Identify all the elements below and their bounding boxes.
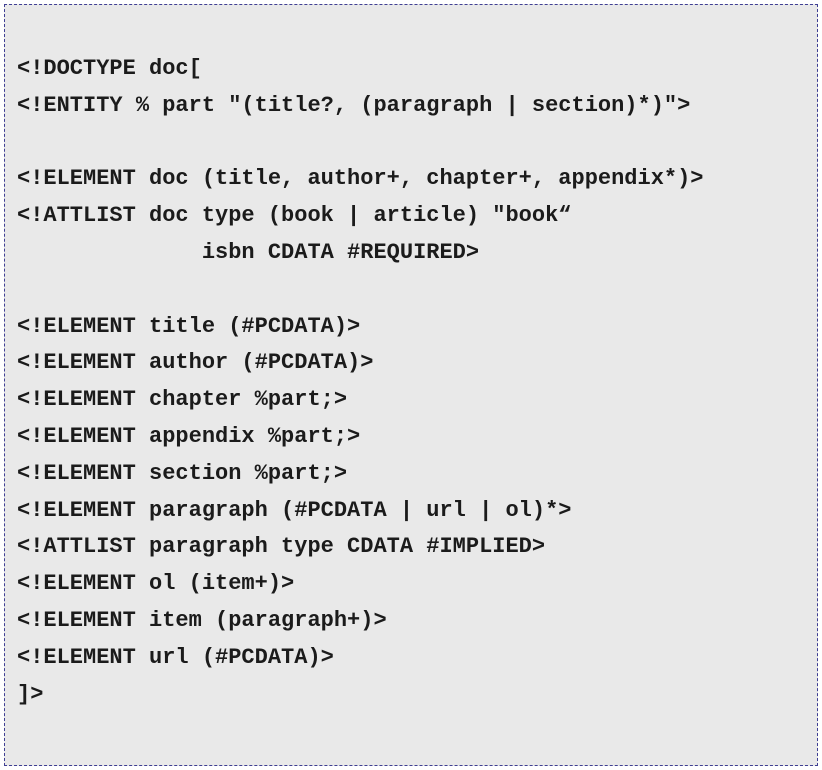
code-line: <!ELEMENT author (#PCDATA)> [17,350,374,376]
code-line: <!ATTLIST paragraph type CDATA #IMPLIED> [17,534,546,560]
code-line: <!ELEMENT url (#PCDATA)> [17,644,334,670]
code-block: <!DOCTYPE doc[ <!ENTITY % part "(title?,… [4,4,818,766]
code-line: <!ATTLIST doc type (book | article) "boo… [17,203,572,229]
code-line: <!ELEMENT doc (title, author+, chapter+,… [17,166,704,192]
code-line: isbn CDATA #REQUIRED> [17,239,480,265]
code-line: <!ELEMENT item (paragraph+)> [17,607,387,633]
code-line: <!ELEMENT chapter %part;> [17,387,348,413]
code-line: <!ELEMENT title (#PCDATA)> [17,313,361,339]
code-line: <!ELEMENT ol (item+)> [17,571,295,597]
code-line: <!DOCTYPE doc[ [17,56,202,81]
code-line: <!ELEMENT appendix %part;> [17,423,361,449]
code-line: <!ENTITY % part "(title?, (paragraph | s… [17,92,691,118]
code-line: ]> [17,681,44,707]
code-line: <!ELEMENT paragraph (#PCDATA | url | ol)… [17,497,572,523]
code-line: <!ELEMENT section %part;> [17,460,348,486]
